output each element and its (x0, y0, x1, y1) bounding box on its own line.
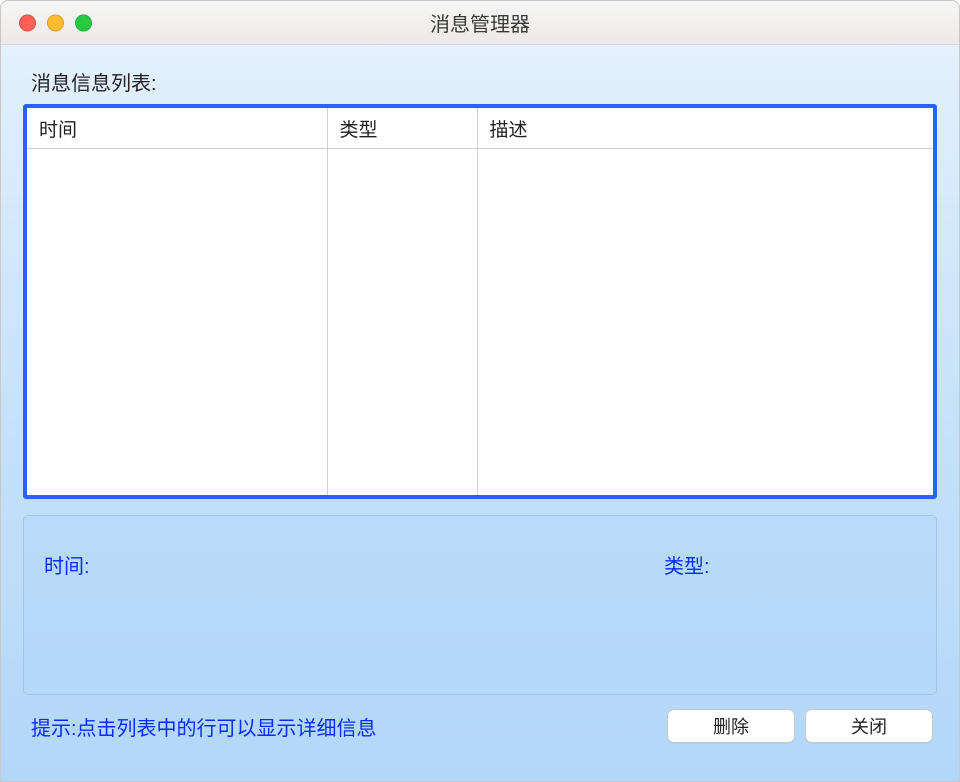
table-row-empty (27, 149, 933, 496)
footer: 提示:点击列表中的行可以显示详细信息 删除 关闭 (23, 709, 937, 743)
window-title: 消息管理器 (1, 8, 959, 37)
content-area: 消息信息列表: 时间 类型 描述 (1, 45, 959, 781)
detail-time-label: 时间: (44, 550, 90, 678)
list-label: 消息信息列表: (31, 67, 937, 96)
column-header-desc[interactable]: 描述 (477, 108, 933, 149)
cell-type (327, 149, 477, 496)
column-header-type[interactable]: 类型 (327, 108, 477, 149)
close-icon[interactable] (19, 14, 36, 31)
message-manager-window: 消息管理器 消息信息列表: 时间 类型 描述 (0, 0, 960, 782)
delete-button[interactable]: 删除 (667, 709, 795, 743)
table-header-row: 时间 类型 描述 (27, 108, 933, 149)
message-table[interactable]: 时间 类型 描述 (27, 108, 933, 495)
message-table-container: 时间 类型 描述 (23, 104, 937, 499)
column-header-time[interactable]: 时间 (27, 108, 327, 149)
cell-desc (477, 149, 933, 496)
traffic-lights (19, 14, 92, 31)
detail-type-label: 类型: (664, 550, 710, 579)
maximize-icon[interactable] (75, 14, 92, 31)
close-button[interactable]: 关闭 (805, 709, 933, 743)
titlebar[interactable]: 消息管理器 (1, 1, 959, 45)
minimize-icon[interactable] (47, 14, 64, 31)
hint-text: 提示:点击列表中的行可以显示详细信息 (31, 712, 657, 741)
detail-panel: 时间: 类型: (23, 515, 937, 695)
cell-time (27, 149, 327, 496)
